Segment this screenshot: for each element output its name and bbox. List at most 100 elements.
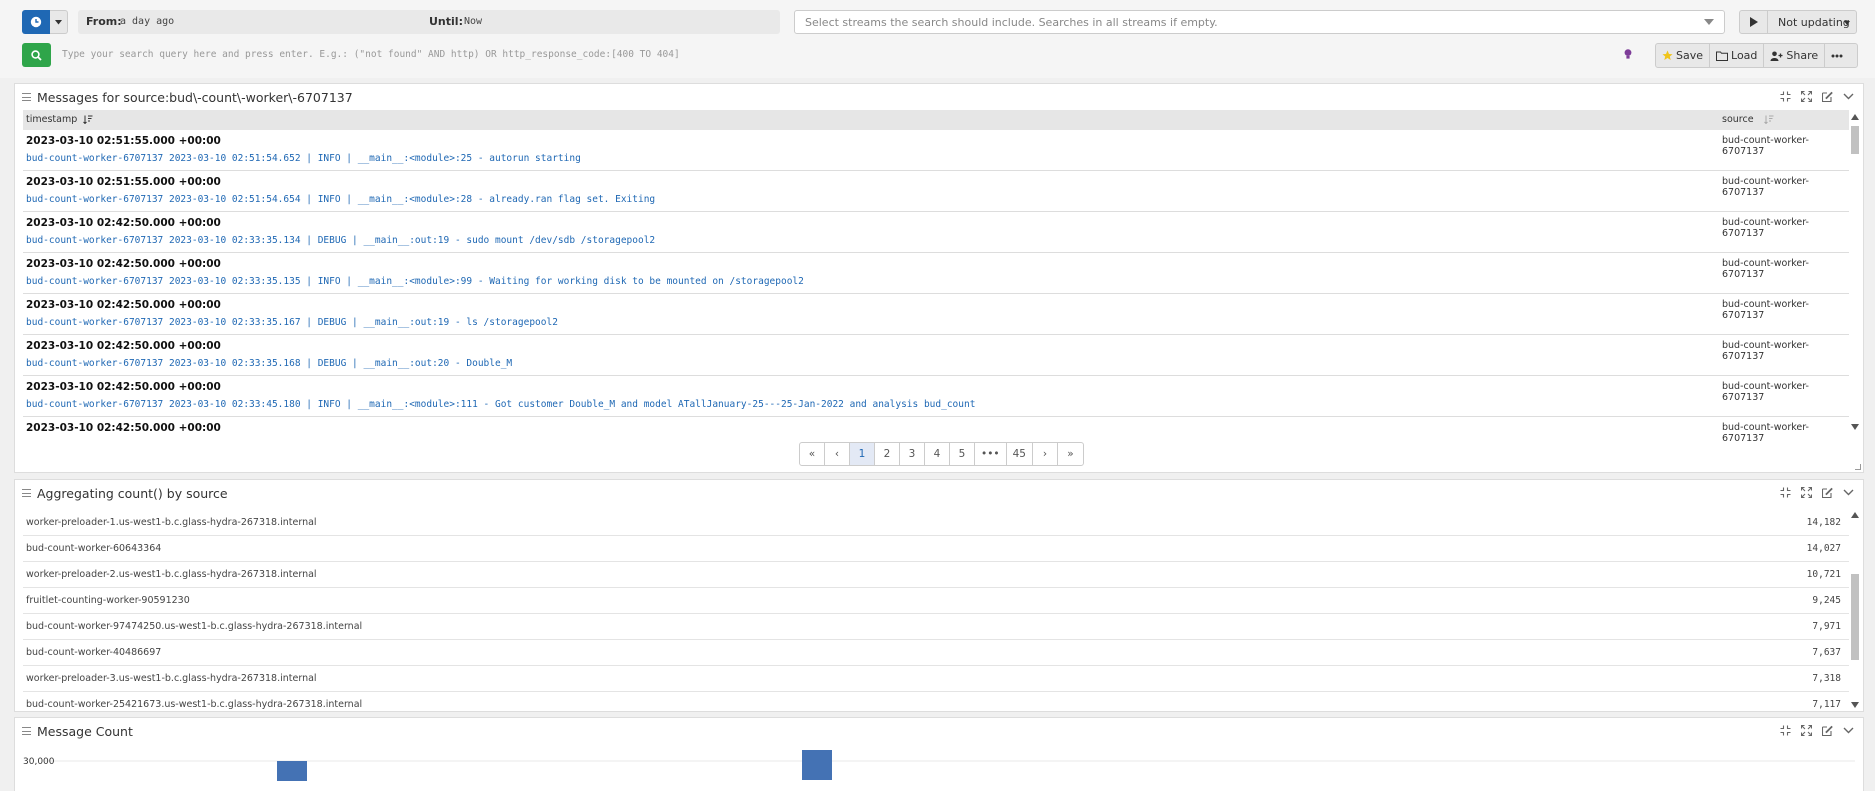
sort-icon[interactable] [1764, 115, 1774, 124]
page-ellipsis-button[interactable]: ••• [975, 443, 1007, 465]
row-message: bud-count-worker-6707137 2023-03-10 02:5… [26, 194, 656, 205]
row-count: 14,182 [1806, 517, 1841, 528]
table-row[interactable]: worker-preloader-1.us-west1-b.c.glass-hy… [23, 510, 1849, 536]
table-row[interactable]: bud-count-worker-40486697 7,637 [23, 640, 1849, 666]
row-key: worker-preloader-3.us-west1-b.c.glass-hy… [26, 673, 317, 684]
table-row[interactable]: fruitlet-counting-worker-90591230 9,245 [23, 588, 1849, 614]
table-row[interactable]: worker-preloader-3.us-west1-b.c.glass-hy… [23, 666, 1849, 692]
table-row[interactable]: bud-count-worker-97474250.us-west1-b.c.g… [23, 614, 1849, 640]
chart-bar[interactable] [277, 761, 307, 781]
drag-handle-icon[interactable] [22, 727, 31, 735]
save-button[interactable]: Save [1656, 44, 1711, 67]
row-source: bud-count-worker-6707137 [1722, 340, 1809, 362]
aggregation-widget: Aggregating count() by source worker-pre… [14, 479, 1864, 712]
search-button[interactable] [22, 43, 51, 67]
table-row[interactable]: 2023-03-10 02:51:55.000 +00:00 bud-count… [23, 130, 1849, 171]
widget-title: Message Count [37, 724, 133, 739]
load-button[interactable]: Load [1710, 44, 1765, 67]
refresh-label: Not updating [1778, 16, 1850, 29]
table-row[interactable]: bud-count-worker-25421673.us-west1-b.c.g… [23, 692, 1849, 710]
refresh-control[interactable]: Not updating [1739, 10, 1857, 34]
page-prev-button[interactable]: ‹ [825, 443, 850, 465]
table-row[interactable]: 2023-03-10 02:42:50.000 +00:00 bud-count… [23, 376, 1849, 417]
page-button[interactable]: 5 [950, 443, 975, 465]
row-source: bud-count-worker-6707137 [1722, 217, 1809, 239]
more-actions-button[interactable] [1825, 44, 1849, 67]
scroll-up-icon[interactable] [1851, 512, 1859, 518]
chart-bar[interactable] [802, 750, 832, 780]
table-row[interactable]: bud-count-worker-60643364 14,027 [23, 536, 1849, 562]
share-button[interactable]: Share [1764, 44, 1826, 67]
table-row[interactable]: 2023-03-10 02:42:50.000 +00:00 bud-count… [23, 212, 1849, 253]
expand-icon[interactable] [1800, 724, 1813, 737]
row-timestamp: 2023-03-10 02:51:55.000 +00:00 [26, 135, 221, 147]
caret-down-icon [1844, 21, 1850, 25]
page-button[interactable]: 2 [875, 443, 900, 465]
page-first-button[interactable]: « [800, 443, 825, 465]
row-timestamp: 2023-03-10 02:42:50.000 +00:00 [26, 340, 221, 352]
row-count: 7,117 [1812, 699, 1841, 710]
edit-icon[interactable] [1821, 90, 1834, 103]
page-last-button[interactable]: » [1058, 443, 1083, 465]
scroll-up-icon[interactable] [1851, 114, 1859, 120]
focus-icon[interactable] [1779, 90, 1792, 103]
chevron-down-icon[interactable] [1842, 90, 1855, 103]
time-range-dropdown-button[interactable] [50, 10, 68, 34]
streams-select[interactable]: Select streams the search should include… [794, 10, 1725, 34]
drag-handle-icon[interactable] [22, 93, 31, 101]
chevron-down-icon[interactable] [1842, 486, 1855, 499]
scrollbar-thumb[interactable] [1851, 574, 1859, 660]
play-button[interactable] [1740, 11, 1768, 33]
messages-scrollbar[interactable] [1849, 112, 1861, 432]
scrollbar-thumb[interactable] [1851, 126, 1859, 154]
aggregation-scrollbar[interactable] [1849, 510, 1861, 710]
messages-widget: Messages for source:bud\-count\-worker\-… [14, 83, 1864, 473]
row-count: 7,971 [1812, 621, 1841, 632]
search-query-input[interactable]: Type your search query here and press en… [60, 43, 1620, 67]
time-range-display[interactable]: From: a day ago Until: Now [78, 10, 780, 34]
edit-icon[interactable] [1821, 724, 1834, 737]
row-message: bud-count-worker-6707137 2023-03-10 02:3… [26, 399, 976, 410]
scroll-down-icon[interactable] [1851, 702, 1859, 708]
focus-icon[interactable] [1779, 724, 1792, 737]
message-count-widget: Message Count 30,000 [14, 717, 1864, 791]
row-message: bud-count-worker-6707137 2023-03-10 02:3… [26, 358, 513, 369]
expand-icon[interactable] [1800, 90, 1813, 103]
table-row[interactable]: 2023-03-10 02:42:50.000 +00:00 bud-count… [23, 253, 1849, 294]
play-icon [1749, 17, 1758, 27]
page-button[interactable]: 4 [925, 443, 950, 465]
row-message: bud-count-worker-6707137 2023-03-10 02:3… [26, 276, 804, 287]
pagination: « ‹ 1 2 3 4 5 ••• 45 › » [799, 442, 1084, 466]
row-count: 7,637 [1812, 647, 1841, 658]
page-button[interactable]: 45 [1007, 443, 1033, 465]
caret-down-icon [1704, 19, 1714, 25]
page-next-button[interactable]: › [1033, 443, 1058, 465]
edit-icon[interactable] [1821, 486, 1834, 499]
drag-handle-icon[interactable] [22, 489, 31, 497]
page-button[interactable]: 3 [900, 443, 925, 465]
chevron-down-icon[interactable] [1842, 724, 1855, 737]
messages-table-header: timestamp source [23, 110, 1849, 130]
until-value: Now [464, 16, 483, 27]
column-source[interactable]: source [1722, 114, 1754, 125]
widget-tools [1779, 724, 1855, 737]
time-range-type-button[interactable] [22, 10, 50, 34]
expand-icon[interactable] [1800, 486, 1813, 499]
sort-icon[interactable] [83, 115, 93, 124]
column-timestamp[interactable]: timestamp [26, 114, 77, 125]
message-count-chart: 30,000 [23, 750, 1855, 781]
table-row[interactable]: 2023-03-10 02:42:50.000 +00:00 bud-count… [23, 335, 1849, 376]
widget-title: Aggregating count() by source [37, 486, 228, 501]
table-row[interactable]: 2023-03-10 02:51:55.000 +00:00 bud-count… [23, 171, 1849, 212]
table-row[interactable]: 2023-03-10 02:42:50.000 +00:00 bud-count… [23, 294, 1849, 335]
focus-icon[interactable] [1779, 486, 1792, 499]
resize-handle[interactable] [1855, 464, 1861, 470]
page-button[interactable]: 1 [850, 443, 875, 465]
row-timestamp: 2023-03-10 02:42:50.000 +00:00 [26, 299, 221, 311]
lightbulb-icon[interactable] [1624, 49, 1632, 59]
row-source: bud-count-worker-6707137 [1722, 258, 1809, 280]
aggregation-table: worker-preloader-1.us-west1-b.c.glass-hy… [15, 510, 1851, 710]
table-row[interactable]: worker-preloader-2.us-west1-b.c.glass-hy… [23, 562, 1849, 588]
from-label: From: [86, 15, 122, 28]
scroll-down-icon[interactable] [1851, 424, 1859, 430]
